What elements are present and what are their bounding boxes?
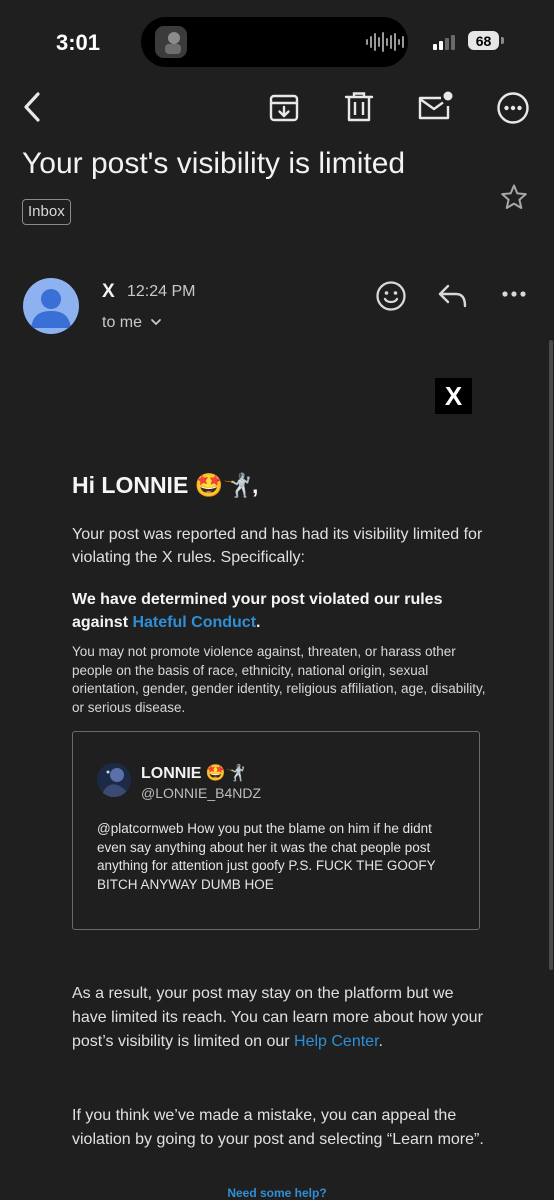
- reply-icon[interactable]: [437, 282, 469, 310]
- result-end: .: [378, 1033, 383, 1050]
- post-author-avatar: [97, 763, 131, 797]
- battery-indicator: 68: [468, 31, 499, 50]
- more-icon[interactable]: [496, 91, 530, 125]
- hateful-conduct-link[interactable]: Hateful Conduct: [132, 614, 256, 631]
- trash-icon[interactable]: [344, 91, 374, 123]
- result-text: As a result, your post may stay on the p…: [72, 985, 483, 1050]
- appeal-paragraph: If you think we’ve made a mistake, you c…: [72, 1107, 484, 1148]
- archive-icon[interactable]: [268, 92, 300, 124]
- star-icon[interactable]: [500, 183, 528, 211]
- status-time: 3:01: [56, 30, 101, 55]
- sender-name[interactable]: X: [102, 281, 115, 303]
- message-more-icon[interactable]: [501, 289, 527, 299]
- scrollbar[interactable]: [549, 340, 553, 970]
- battery-tip: [501, 37, 504, 44]
- emoji-reaction-icon[interactable]: [375, 280, 407, 312]
- post-text: @platcornweb How you put the blame on hi…: [97, 821, 436, 892]
- determination-end: .: [256, 614, 261, 631]
- recipient-label: to me: [102, 314, 143, 331]
- policy-paragraph: You may not promote violence against, th…: [72, 644, 486, 715]
- post-author-name: LONNIE 🤩🤺: [141, 765, 246, 782]
- intro-paragraph: Your post was reported and has had its v…: [72, 526, 483, 566]
- email-timestamp: 12:24 PM: [127, 283, 196, 300]
- sender-avatar[interactable]: [23, 278, 79, 334]
- post-author-handle: @LONNIE_B4NDZ: [141, 785, 262, 801]
- help-center-link[interactable]: Help Center: [294, 1033, 379, 1050]
- result-paragraph: As a result, your post may stay on the p…: [72, 982, 492, 1054]
- mark-unread-icon[interactable]: [417, 90, 455, 122]
- email-subject: Your post's visibility is limited: [22, 147, 406, 180]
- determination-paragraph: We have determined your post violated ou…: [72, 588, 492, 634]
- inbox-label-chip[interactable]: Inbox: [22, 199, 71, 225]
- back-icon[interactable]: [20, 90, 46, 124]
- greeting: Hi LONNIE 🤩🤺,: [72, 472, 259, 498]
- chevron-down-icon: [146, 314, 162, 331]
- recipient-details-toggle[interactable]: to me: [102, 314, 162, 332]
- cellular-signal-icon: [433, 35, 455, 50]
- x-logo: X: [435, 378, 472, 414]
- audio-waveform-icon: [366, 31, 404, 53]
- need-help-link[interactable]: Need some help?: [0, 1186, 554, 1200]
- now-playing-artwork: [155, 26, 187, 58]
